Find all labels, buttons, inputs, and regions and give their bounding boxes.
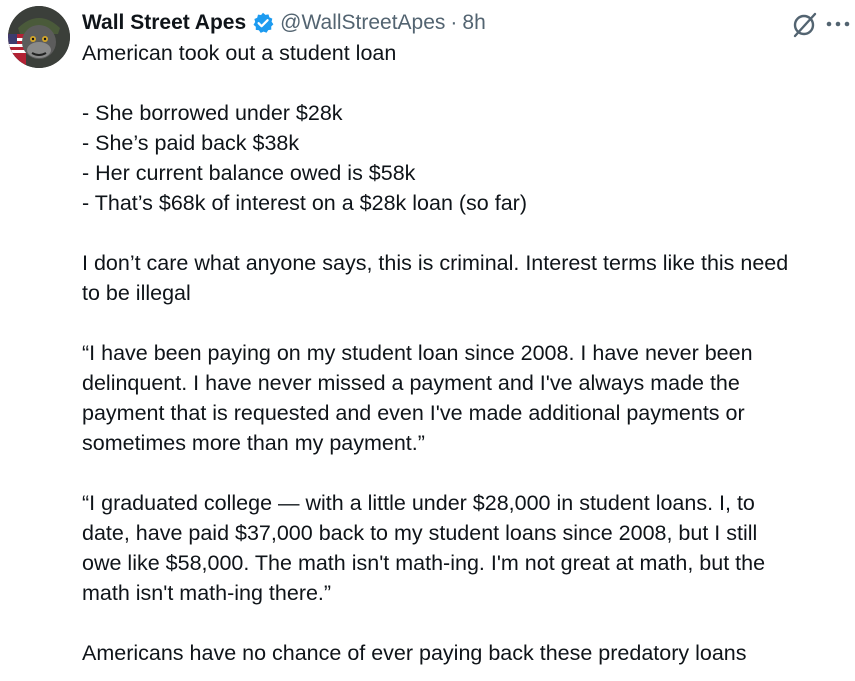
bullet-line: - She borrowed under $28k xyxy=(82,101,343,125)
verified-badge-icon xyxy=(253,12,274,33)
tweet-header: Wall Street Apes @WallStreetApes · 8h xyxy=(82,8,486,38)
opinion-line: to be illegal xyxy=(82,281,191,305)
avatar[interactable] xyxy=(8,6,70,68)
handle[interactable]: @WallStreetApes xyxy=(280,11,445,35)
quote-line: math isn't math-ing there.” xyxy=(82,581,332,605)
quote-line: delinquent. I have never missed a paymen… xyxy=(82,371,740,395)
opinion-line: I don’t care what anyone says, this is c… xyxy=(82,251,789,275)
tweet-text: American took out a student loan - She b… xyxy=(82,38,842,668)
quote-line: payment that is requested and even I've … xyxy=(82,401,745,425)
quote-line: “I graduated college — with a little und… xyxy=(82,491,755,515)
quote-line: sometimes more than my payment.” xyxy=(82,431,425,455)
tweet: Wall Street Apes @WallStreetApes · 8h Am… xyxy=(0,0,855,681)
bullet-line: - Her current balance owed is $58k xyxy=(82,161,416,185)
timestamp[interactable]: 8h xyxy=(462,11,485,35)
bullet-line: - That’s $68k of interest on a $28k loan… xyxy=(82,191,527,215)
more-icon[interactable] xyxy=(824,12,852,36)
quote-line: “I have been paying on my student loan s… xyxy=(82,341,753,365)
quote-line: date, have paid $37,000 back to my stude… xyxy=(82,521,758,545)
gorilla-avatar-icon xyxy=(8,6,70,68)
closing-line: Americans have no chance of ever paying … xyxy=(82,641,747,665)
display-name[interactable]: Wall Street Apes xyxy=(82,11,246,35)
bullet-line: - She’s paid back $38k xyxy=(82,131,300,155)
quote-line: owe like $58,000. The math isn't math-in… xyxy=(82,551,766,575)
separator-dot: · xyxy=(450,11,458,34)
grok-icon[interactable] xyxy=(790,10,820,40)
tweet-intro: American took out a student loan xyxy=(82,41,397,65)
